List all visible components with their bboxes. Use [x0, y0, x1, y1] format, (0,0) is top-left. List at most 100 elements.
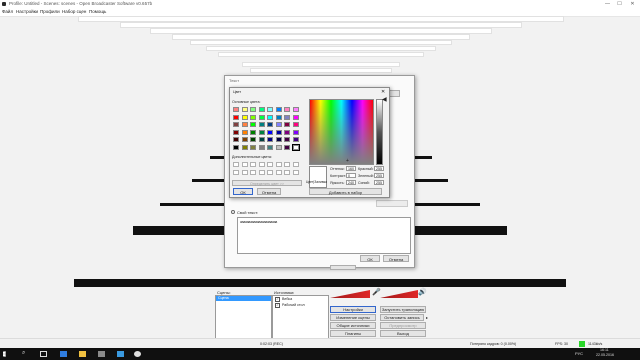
sat-input[interactable]: 0	[346, 173, 356, 178]
custom-color-swatch[interactable]	[292, 162, 299, 167]
record-button[interactable]: Остановить запись	[380, 314, 424, 321]
basic-color-swatch[interactable]	[258, 137, 265, 142]
menu-help[interactable]: Помощь	[89, 8, 106, 16]
basic-color-swatch[interactable]	[233, 129, 239, 135]
basic-color-swatch[interactable]	[258, 107, 265, 112]
custom-color-swatch[interactable]	[250, 169, 256, 175]
plugins-button[interactable]: Плагины	[330, 330, 376, 337]
clock-date[interactable]: 22.05.2016	[596, 353, 614, 357]
preview-button[interactable]: Предпросмотр	[380, 322, 426, 329]
basic-color-swatch[interactable]	[258, 144, 265, 150]
basic-color-swatch[interactable]	[241, 137, 248, 142]
basic-color-swatch[interactable]	[233, 114, 239, 120]
basic-color-swatch[interactable]	[275, 137, 282, 142]
hue-input[interactable]: 160	[346, 166, 356, 171]
dialog-ok-button[interactable]: ОК	[360, 255, 380, 262]
luminance-slider[interactable]	[376, 99, 383, 165]
color-ok-button[interactable]: ОК	[233, 188, 253, 195]
basic-color-swatch[interactable]	[291, 143, 300, 151]
basic-color-swatch[interactable]	[233, 144, 239, 150]
basic-color-swatch[interactable]	[275, 122, 282, 127]
clock-time[interactable]: 16:11	[600, 348, 609, 352]
source-checkbox[interactable]: ✓	[275, 303, 280, 308]
text-input[interactable]: aaaaaaaaaaaaaaaaaaaaaa	[237, 217, 411, 254]
record-dropdown-icon[interactable]: ▸	[426, 315, 428, 320]
basic-color-swatch[interactable]	[258, 122, 265, 127]
minimize-button[interactable]: —	[603, 0, 612, 8]
apply-button[interactable]	[376, 200, 408, 207]
basic-color-swatch[interactable]	[292, 114, 299, 120]
basic-color-swatch[interactable]	[250, 122, 256, 127]
custom-color-swatch[interactable]	[267, 169, 273, 175]
menu-settings[interactable]: Настройки	[16, 8, 38, 16]
basic-color-swatch[interactable]	[241, 107, 248, 112]
red-input[interactable]: 255	[374, 166, 384, 171]
custom-color-swatch[interactable]	[241, 162, 248, 167]
basic-color-swatch[interactable]	[284, 107, 290, 112]
basic-color-swatch[interactable]	[267, 144, 273, 150]
basic-color-swatch[interactable]	[233, 137, 239, 142]
basic-color-swatch[interactable]	[267, 107, 273, 112]
custom-color-swatch[interactable]	[292, 169, 299, 175]
basic-color-swatch[interactable]	[275, 129, 282, 135]
source-item[interactable]: ✓ Рабочий стол	[273, 302, 328, 308]
color-cancel-button[interactable]: Отмена	[257, 188, 281, 195]
custom-color-swatch[interactable]	[241, 169, 248, 175]
mic-volume-meter[interactable]	[330, 290, 370, 298]
basic-color-swatch[interactable]	[275, 114, 282, 120]
nested-preview-button[interactable]	[330, 265, 356, 270]
custom-color-swatch[interactable]	[275, 169, 282, 175]
green-input[interactable]: 255	[374, 173, 384, 178]
custom-color-swatch[interactable]	[250, 162, 256, 167]
add-to-custom-button[interactable]: Добавить в набор	[309, 188, 382, 195]
basic-color-swatch[interactable]	[250, 137, 256, 142]
basic-color-swatch[interactable]	[267, 114, 273, 120]
basic-color-swatch[interactable]	[233, 107, 239, 112]
custom-color-swatch[interactable]	[284, 162, 290, 167]
basic-color-swatch[interactable]	[258, 114, 265, 120]
mic-icon[interactable]: 🎤	[372, 288, 381, 296]
basic-color-swatch[interactable]	[292, 137, 299, 142]
color-spectrum[interactable]	[309, 99, 374, 165]
search-icon[interactable]: ⌕	[22, 350, 25, 357]
blue-input[interactable]: 255	[374, 180, 384, 185]
start-stream-button[interactable]: Запустить трансляцию	[380, 306, 426, 313]
basic-color-swatch[interactable]	[284, 137, 290, 142]
custom-color-swatch[interactable]	[284, 169, 290, 175]
basic-color-swatch[interactable]	[250, 107, 256, 112]
task-view-icon[interactable]	[40, 351, 47, 357]
define-custom-colors-button[interactable]: Определить цвет >>	[232, 180, 302, 186]
basic-color-swatch[interactable]	[267, 122, 273, 127]
custom-color-swatch[interactable]	[258, 162, 265, 167]
basic-color-swatch[interactable]	[292, 107, 299, 112]
scene-item[interactable]: Сцена	[216, 296, 271, 301]
basic-color-swatch[interactable]	[241, 144, 248, 150]
basic-color-swatch[interactable]	[250, 129, 256, 135]
global-sources-button[interactable]: Общие источники	[330, 322, 376, 329]
luminance-arrow-icon[interactable]: ◀	[382, 96, 387, 103]
basic-color-swatch[interactable]	[267, 129, 273, 135]
basic-color-swatch[interactable]	[275, 107, 282, 112]
basic-color-swatch[interactable]	[284, 122, 290, 127]
maximize-button[interactable]: ☐	[615, 0, 624, 8]
close-button[interactable]: ✕	[628, 0, 637, 8]
custom-color-swatch[interactable]	[275, 162, 282, 167]
settings-button[interactable]: Настройки	[330, 306, 376, 313]
explorer-icon[interactable]	[79, 351, 86, 357]
app-icon[interactable]	[98, 351, 105, 357]
custom-color-swatch[interactable]	[267, 162, 273, 167]
basic-color-swatch[interactable]	[258, 129, 265, 135]
speaker-icon[interactable]: 🔊	[418, 288, 427, 296]
basic-color-swatch[interactable]	[267, 137, 273, 142]
basic-color-swatch[interactable]	[292, 129, 299, 135]
custom-color-swatch[interactable]	[258, 169, 265, 175]
basic-color-swatch[interactable]	[241, 129, 248, 135]
custom-color-swatch[interactable]	[233, 169, 239, 175]
obs-taskbar-icon[interactable]	[134, 351, 141, 357]
basic-color-swatch[interactable]	[250, 144, 256, 150]
browser-icon[interactable]	[60, 351, 67, 357]
basic-color-swatch[interactable]	[292, 122, 299, 127]
own-text-radio[interactable]	[231, 210, 235, 214]
basic-color-swatch[interactable]	[284, 114, 290, 120]
basic-color-swatch[interactable]	[250, 114, 256, 120]
